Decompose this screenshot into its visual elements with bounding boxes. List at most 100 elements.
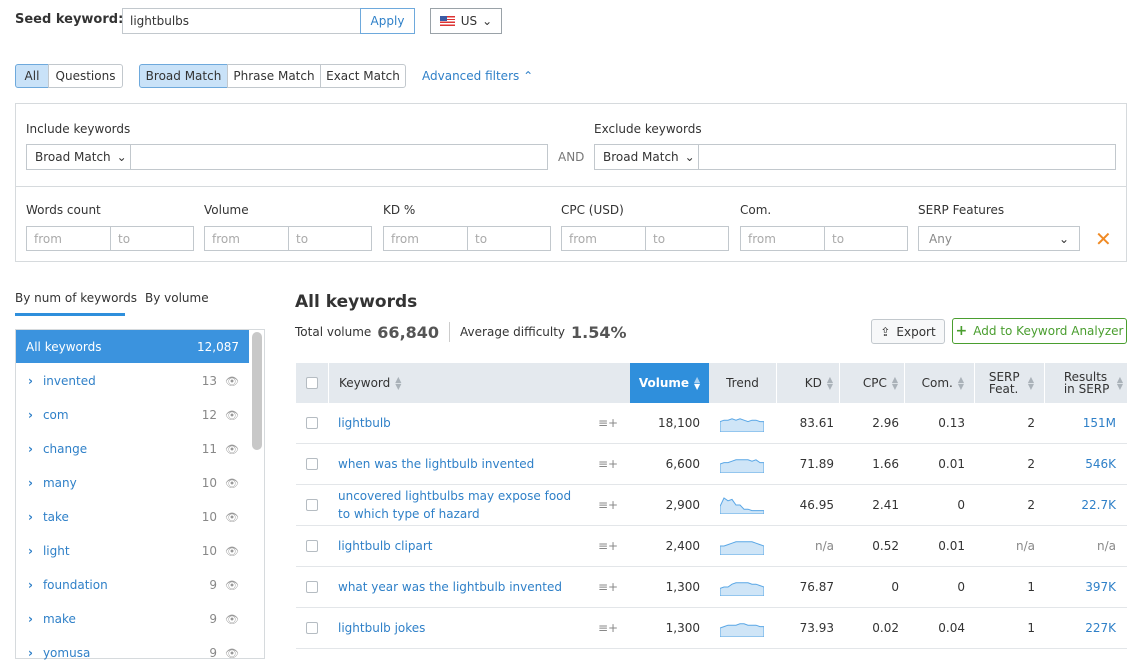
sidebar-item[interactable]: › many 10 👁	[16, 466, 249, 500]
range-to-input[interactable]: to	[288, 226, 372, 251]
add-to-list-icon[interactable]: ≡+	[598, 567, 618, 607]
us-flag-icon	[439, 16, 455, 26]
include-keywords-input[interactable]	[130, 144, 548, 170]
add-to-list-icon[interactable]: ≡+	[598, 485, 618, 525]
add-to-list-icon[interactable]: ≡+	[598, 403, 618, 443]
header-com[interactable]: Com. ▲ ▼	[905, 363, 975, 403]
row-checkbox[interactable]	[306, 499, 318, 511]
range-from-input[interactable]: from	[204, 226, 289, 251]
sidebar-item[interactable]: › foundation 9 👁	[16, 568, 249, 602]
sidebar-item[interactable]: › take 10 👁	[16, 500, 249, 534]
sidebar-item[interactable]: › change 11 👁	[16, 432, 249, 466]
eye-icon[interactable]: 👁	[225, 477, 239, 490]
row-checkbox[interactable]	[306, 458, 318, 470]
apply-button[interactable]: Apply	[360, 8, 415, 34]
add-to-list-icon[interactable]: ≡+	[598, 444, 618, 484]
header-results-in-serp[interactable]: Results in SERP ▲ ▼	[1045, 363, 1127, 403]
add-to-keyword-analyzer-button[interactable]: + Add to Keyword Analyzer	[952, 318, 1127, 344]
tab-exact-match[interactable]: Exact Match	[320, 64, 406, 88]
range-label: CPC (USD)	[561, 203, 624, 217]
volume: 1,300	[665, 580, 700, 594]
seed-keyword-input[interactable]: lightbulbs	[122, 8, 361, 34]
range-to-input[interactable]: to	[467, 226, 551, 251]
range-from-input[interactable]: from	[561, 226, 646, 251]
seed-keyword-label: Seed keyword:	[15, 12, 124, 27]
range-label: Volume	[204, 203, 249, 217]
trend-area	[720, 459, 764, 473]
results-in-serp-link[interactable]: 22.7K	[1045, 485, 1116, 525]
volume: 18,100	[658, 416, 700, 430]
add-to-list-icon[interactable]: ≡+	[598, 608, 618, 648]
select-all-checkbox[interactable]	[306, 377, 318, 389]
results-in-serp-link[interactable]: n/a	[1045, 526, 1116, 566]
eye-icon[interactable]: 👁	[225, 443, 239, 456]
tab-broad-match[interactable]: Broad Match	[139, 64, 228, 88]
row-checkbox[interactable]	[306, 622, 318, 634]
tab-phrase-match[interactable]: Phrase Match	[227, 64, 321, 88]
row-checkbox[interactable]	[306, 540, 318, 552]
trend-sparkline	[720, 403, 764, 443]
row-checkbox[interactable]	[306, 581, 318, 593]
range-label: Com.	[740, 203, 772, 217]
results-in-serp-link[interactable]: 151M	[1045, 403, 1116, 443]
sort-icon: ▲ ▼	[395, 375, 402, 391]
chevron-right-icon: ›	[28, 612, 33, 626]
include-match-select[interactable]: Broad Match ⌄	[26, 144, 131, 170]
eye-icon[interactable]: 👁	[225, 511, 239, 524]
eye-icon[interactable]: 👁	[225, 375, 239, 388]
exclude-match-select[interactable]: Broad Match ⌄	[594, 144, 699, 170]
range-from-input[interactable]: from	[740, 226, 825, 251]
keyword-link[interactable]: when was the lightbulb invented	[338, 444, 573, 484]
results-in-serp-link[interactable]: 227K	[1045, 608, 1116, 648]
header-cpc[interactable]: CPC ▲ ▼	[840, 363, 905, 403]
advanced-filters-toggle[interactable]: Advanced filters ⌃	[422, 69, 533, 83]
eye-icon[interactable]: 👁	[225, 613, 239, 626]
exclude-keywords-input[interactable]	[698, 144, 1116, 170]
sidebar-item[interactable]: › light 10 👁	[16, 534, 249, 568]
sidebar-scrollbar[interactable]	[252, 332, 262, 450]
keyword-link[interactable]: lightbulb jokes	[338, 608, 573, 648]
chevron-right-icon: ›	[28, 476, 33, 490]
eye-icon[interactable]: 👁	[225, 579, 239, 592]
sidebar-tab-by-num[interactable]: By num of keywords	[15, 291, 137, 305]
keyword-link[interactable]: uncovered lightbulbs may expose food to …	[338, 485, 573, 525]
competition: 0.13	[938, 416, 965, 430]
cpc: 0.52	[872, 539, 899, 553]
add-to-list-icon[interactable]: ≡+	[598, 526, 618, 566]
chevron-right-icon: ›	[28, 544, 33, 558]
tab-all[interactable]: All	[15, 64, 49, 88]
serp-features-select[interactable]: Any ⌄	[918, 226, 1080, 251]
keyword-link[interactable]: lightbulb clipart	[338, 526, 573, 566]
header-kd[interactable]: KD ▲ ▼	[777, 363, 840, 403]
export-button[interactable]: ⇪ Export	[871, 319, 945, 344]
export-icon: ⇪	[880, 324, 891, 339]
eye-icon[interactable]: 👁	[225, 647, 239, 660]
header-volume[interactable]: Volume ▲ ▼	[630, 363, 709, 403]
kd: 46.95	[799, 498, 834, 512]
range-to-input[interactable]: to	[645, 226, 729, 251]
tab-questions[interactable]: Questions	[48, 64, 123, 88]
keyword-link[interactable]: what year was the lightbulb invented	[338, 567, 573, 607]
average-difficulty: 1.54%	[571, 322, 627, 342]
keyword-link[interactable]: lightbulb	[338, 403, 573, 443]
sidebar-item-all-keywords[interactable]: All keywords 12,087	[16, 330, 249, 363]
clear-filters-icon[interactable]: ✕	[1095, 227, 1112, 251]
country-select[interactable]: US ⌄	[430, 8, 502, 34]
range-to-input[interactable]: to	[824, 226, 908, 251]
range-to-input[interactable]: to	[110, 226, 194, 251]
results-in-serp-link[interactable]: 546K	[1045, 444, 1116, 484]
row-checkbox[interactable]	[306, 417, 318, 429]
header-serp-features[interactable]: SERP Feat. ▲ ▼	[975, 363, 1045, 403]
eye-icon[interactable]: 👁	[225, 409, 239, 422]
sidebar-item[interactable]: › yomusa 9 👁	[16, 636, 249, 670]
sidebar-item[interactable]: › make 9 👁	[16, 602, 249, 636]
header-keyword[interactable]: Keyword ▲ ▼	[339, 363, 401, 403]
sidebar-tab-by-volume[interactable]: By volume	[145, 291, 209, 305]
range-from-input[interactable]: from	[26, 226, 111, 251]
range-from-input[interactable]: from	[383, 226, 468, 251]
results-in-serp-link[interactable]: 397K	[1045, 567, 1116, 607]
summary: Total volume 66,840 Average difficulty 1.5…	[295, 322, 627, 342]
eye-icon[interactable]: 👁	[225, 545, 239, 558]
sidebar-item[interactable]: › com 12 👁	[16, 398, 249, 432]
sidebar-item[interactable]: › invented 13 👁	[16, 364, 249, 398]
